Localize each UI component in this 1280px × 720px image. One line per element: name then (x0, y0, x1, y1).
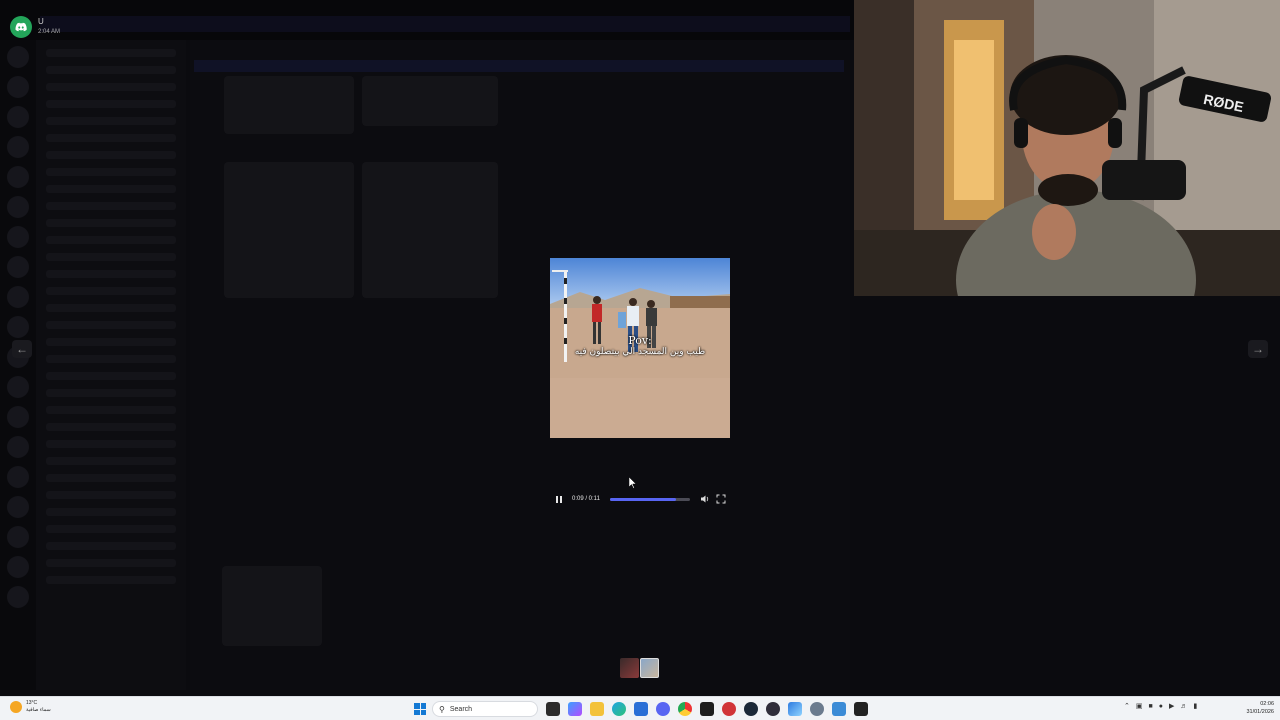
weather-temp: 13°C (26, 700, 38, 706)
search-icon: ⚲ (439, 704, 445, 714)
discord-notification[interactable]: U 2:04 AM (10, 16, 60, 38)
network-icon[interactable]: ▶ (1169, 702, 1174, 710)
weather-widget[interactable]: 13°C سماء صافية (10, 700, 51, 714)
edge-icon[interactable] (612, 702, 626, 716)
seek-bar-progress (610, 497, 676, 501)
windows-taskbar: 13°C سماء صافية ⚲ Search ⌃ ▣ ■ ● ▶ ♬ ▮ 0… (0, 696, 1280, 720)
obs-icon[interactable] (766, 702, 780, 716)
tray-app-icon[interactable]: ▣ (1136, 702, 1143, 710)
webcam-scene: RØDE (854, 0, 1280, 296)
video-controls: 0:09 / 0:11 (550, 491, 730, 507)
mouse-cursor-icon (629, 477, 637, 489)
volume-icon[interactable] (700, 494, 710, 504)
discord-icon (10, 16, 32, 38)
photos-icon[interactable] (788, 702, 802, 716)
thumbnail-item[interactable] (620, 658, 639, 678)
taskbar-apps (546, 702, 868, 716)
thumbnail-item-active[interactable] (640, 658, 659, 678)
notification-app: U (38, 17, 44, 26)
taskbar-search[interactable]: ⚲ Search (432, 701, 538, 717)
mic-icon[interactable]: ● (1159, 703, 1163, 710)
clock-date: 31/01/2026 (1246, 709, 1274, 715)
terminal-icon[interactable] (700, 702, 714, 716)
chat-area (190, 40, 850, 690)
weather-desc: سماء صافية (26, 707, 51, 713)
system-tray: ⌃ ▣ ■ ● ▶ ♬ ▮ (1124, 702, 1197, 711)
windows-start-icon[interactable] (414, 703, 426, 715)
media-icon[interactable] (722, 702, 736, 716)
pause-button[interactable] (553, 493, 565, 505)
chrome-icon[interactable] (678, 702, 692, 716)
fullscreen-icon[interactable] (716, 494, 726, 504)
webcam-overlay: RØDE (854, 0, 1280, 296)
seek-bar[interactable] (610, 497, 690, 501)
speaker-icon[interactable]: ♬ (1180, 703, 1187, 710)
steam-icon[interactable] (744, 702, 758, 716)
channel-list (36, 40, 186, 690)
arrow-right-icon: → (1252, 342, 1264, 356)
clock-time: 02:06 (1260, 701, 1274, 707)
notification-time: 2:04 AM (38, 29, 61, 35)
copilot-icon[interactable] (568, 702, 582, 716)
file-explorer-icon[interactable] (546, 702, 560, 716)
battery-icon[interactable]: ▮ (1193, 702, 1197, 710)
folder-icon[interactable] (590, 702, 604, 716)
video-caption-line2: طيب وين المسجد الي بيتصلون فيه (574, 347, 706, 357)
discord-icon[interactable] (656, 702, 670, 716)
store-icon[interactable] (634, 702, 648, 716)
taskbar-clock[interactable]: 02:06 31/01/2026 (1234, 700, 1274, 716)
tray-app-icon[interactable]: ■ (1149, 703, 1153, 710)
arrow-left-icon: ← (16, 342, 28, 356)
search-placeholder: Search (449, 705, 473, 713)
sun-icon (10, 701, 22, 713)
epic-games-icon[interactable] (854, 702, 868, 716)
video-frame[interactable]: Pov: طيب وين المسجد الي بيتصلون فيه (550, 258, 730, 438)
next-media-button[interactable]: → (1248, 340, 1268, 358)
video-caption-line1: Pov: (628, 334, 652, 347)
previous-media-button[interactable]: ← (12, 340, 32, 358)
media-thumbnail-strip[interactable] (620, 658, 660, 678)
app-icon[interactable] (832, 702, 846, 716)
settings-icon[interactable] (810, 702, 824, 716)
chevron-up-icon[interactable]: ⌃ (1124, 702, 1130, 710)
server-rail (0, 40, 36, 690)
playback-time: 0:09 / 0:11 (572, 496, 600, 502)
